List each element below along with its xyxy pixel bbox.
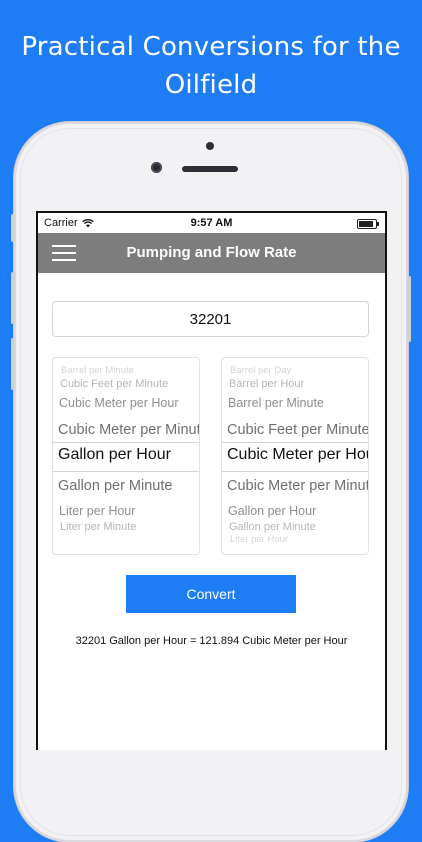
to-unit-option[interactable]: Gallon per Hour — [222, 504, 368, 518]
status-bar: Carrier 9:57 AM — [38, 213, 385, 233]
phone-sensor — [206, 142, 214, 150]
from-unit-selected-option[interactable]: Gallon per Hour — [53, 446, 199, 464]
from-unit-selection-top-line — [53, 442, 199, 443]
from-unit-option[interactable]: Barrel per Minute — [53, 365, 199, 376]
from-unit-selection-bottom-line — [53, 471, 199, 472]
status-time: 9:57 AM — [190, 217, 233, 229]
from-unit-picker[interactable]: Barrel per Minute Cubic Feet per Minute Cu… — [52, 357, 200, 555]
from-unit-option[interactable]: Cubic Meter per Hour — [53, 396, 199, 410]
promo-headline: Practical Conversions for the Oilfield — [0, 28, 422, 104]
amount-input[interactable] — [52, 301, 369, 337]
to-unit-option[interactable]: Barrel per Minute — [222, 396, 368, 410]
to-unit-selection-bottom-line — [222, 471, 368, 472]
to-unit-selection-top-line — [222, 442, 368, 443]
promo-headline-line1: Practical Conversions for the — [21, 32, 401, 62]
to-unit-selected-option[interactable]: Cubic Meter per Hour — [222, 446, 368, 464]
nav-title: Pumping and Flow Rate — [126, 244, 297, 261]
to-unit-option[interactable]: Barrel per Day — [222, 365, 368, 376]
convert-button[interactable]: Convert — [126, 575, 296, 613]
to-unit-option[interactable]: Barrel per Hour — [222, 378, 368, 390]
to-unit-option[interactable]: Liter per Hour — [222, 534, 368, 545]
conversion-result: 32201 Gallon per Hour = 121.894 Cubic Me… — [75, 635, 348, 647]
phone-camera-icon — [151, 162, 162, 173]
to-unit-option[interactable]: Cubic Feet per Minute — [222, 422, 368, 438]
phone-speaker — [182, 166, 238, 172]
converter-content: Barrel per Minute Cubic Feet per Minute Cu… — [38, 273, 385, 750]
from-unit-option[interactable]: Cubic Feet per Minute — [53, 378, 199, 390]
promo-headline-line2: Oilfield — [164, 70, 258, 100]
phone-volume-down — [11, 338, 15, 390]
to-unit-picker[interactable]: Barrel per Day Barrel per Hour Barrel per … — [221, 357, 369, 555]
from-unit-option[interactable]: Liter per Hour — [53, 504, 199, 518]
phone-volume-up — [11, 272, 15, 324]
from-unit-option[interactable]: Gallon per Minute — [53, 478, 199, 494]
to-unit-option[interactable]: Gallon per Minute — [222, 521, 368, 533]
battery-icon — [357, 219, 379, 229]
nav-bar: Pumping and Flow Rate — [38, 233, 385, 273]
from-unit-option[interactable]: Liter per Minute — [53, 521, 199, 533]
from-unit-option[interactable]: Cubic Meter per Minute — [53, 422, 199, 438]
phone-mute-switch — [11, 214, 15, 242]
phone-screen: Carrier 9:57 AM Pumping and Flow Rate Ba… — [36, 211, 387, 750]
phone-power-button — [407, 276, 411, 342]
to-unit-option[interactable]: Cubic Meter per Minute — [222, 478, 368, 494]
